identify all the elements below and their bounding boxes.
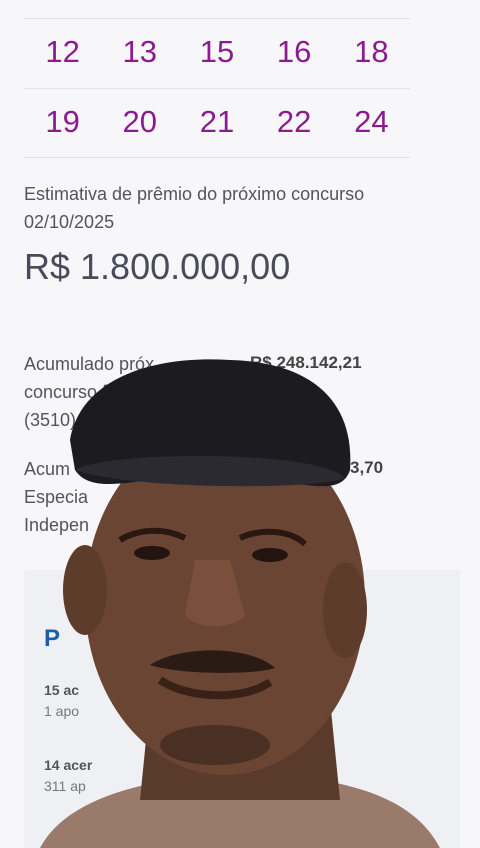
drawn-number: 12	[45, 34, 80, 69]
estimate-date: 02/10/2025	[24, 212, 115, 232]
tier-title: 14 acer	[44, 757, 93, 773]
estimate-label: Estimativa de prêmio do próximo concurso	[24, 184, 365, 204]
accumulated-block-1: Acumulado próx concurso f (3510)	[24, 350, 424, 434]
drawn-number: 15	[199, 34, 235, 69]
drawn-number: 21	[199, 104, 235, 139]
eye-right	[252, 548, 288, 562]
prize-card	[24, 570, 460, 848]
drawn-number: 16	[276, 34, 312, 69]
drawn-number: 19	[45, 104, 80, 139]
tier-value: 8	[320, 778, 328, 794]
eye-left	[134, 546, 170, 560]
accumulated-line: (3510)	[24, 410, 77, 430]
drawn-numbers-row-1: 12 13 15 16 18	[24, 34, 410, 70]
accumulated-line: Indepen	[24, 515, 90, 535]
prize-heading: P	[44, 625, 61, 652]
drawn-numbers-row-2: 19 20 21 22 24	[24, 104, 410, 140]
estimate-value: R$ 1.800.000,00	[24, 246, 291, 287]
drawn-number: 20	[122, 104, 158, 139]
divider-top	[24, 18, 410, 19]
divider-middle	[24, 88, 410, 89]
divider-bottom	[24, 157, 410, 158]
accumulated-value-1: R$ 248.142,21	[250, 353, 362, 372]
accumulated-value-2: 3,70	[350, 458, 384, 477]
drawn-number: 13	[122, 34, 158, 69]
drawn-number: 24	[354, 104, 389, 139]
accumulated-line: Acumulado próx	[24, 354, 155, 374]
drawn-number: 22	[276, 104, 312, 139]
drawn-number: 18	[354, 34, 389, 69]
estimate-label-block: Estimativa de prêmio do próximo concurso…	[24, 180, 424, 236]
accumulated-line: concurso f	[24, 382, 108, 402]
accumulated-line: Especia	[24, 487, 89, 507]
tier-subtitle: 311 ap	[44, 778, 86, 794]
tier-subtitle: 1 apo	[44, 703, 80, 719]
tier-title: 15 ac	[44, 682, 80, 698]
tier-value: 3	[316, 703, 324, 719]
